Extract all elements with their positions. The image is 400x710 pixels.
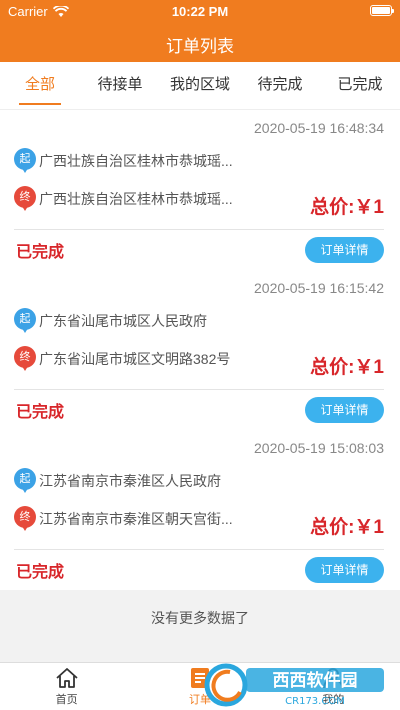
- end-pin-icon: 终: [14, 346, 36, 372]
- start-pin-icon: 起: [14, 468, 36, 494]
- order-card: 2020-05-19 15:08:03 起 江苏省南京市秦淮区人民政府 终 江苏…: [0, 430, 400, 590]
- page-title: 订单列表: [166, 37, 234, 56]
- status-bar: Carrier 10:22 PM: [0, 0, 400, 22]
- start-address-row: 起 广西壮族自治区桂林市恭城瑶...: [14, 148, 264, 174]
- watermark-url: CR173.COM: [285, 696, 345, 707]
- order-card: 2020-05-19 16:48:34 起 广西壮族自治区桂林市恭城瑶... 终…: [0, 110, 400, 270]
- tabbar-item-home[interactable]: 首页: [0, 663, 133, 710]
- start-address: 江苏省南京市秦淮区人民政府: [39, 473, 221, 489]
- order-price: 总价:￥1: [310, 357, 384, 378]
- end-marker: 终: [14, 346, 36, 368]
- no-more-data-text: 没有更多数据了: [0, 590, 400, 662]
- clock: 10:22 PM: [171, 4, 229, 19]
- order-price: 总价:￥1: [310, 197, 384, 218]
- start-marker: 起: [14, 308, 36, 330]
- start-pin-icon: 起: [14, 308, 36, 334]
- order-status: 已完成: [16, 564, 65, 581]
- order-detail-button[interactable]: 订单详情: [305, 237, 384, 263]
- divider: [14, 389, 384, 390]
- end-address-row: 终 广东省汕尾市城区文明路382号: [14, 346, 264, 372]
- end-address-row: 终 广西壮族自治区桂林市恭城瑶...: [14, 186, 264, 212]
- end-address: 广西壮族自治区桂林市恭城瑶...: [39, 191, 233, 207]
- start-address: 广西壮族自治区桂林市恭城瑶...: [39, 153, 233, 169]
- order-status: 已完成: [16, 404, 65, 421]
- end-pin-icon: 终: [14, 506, 36, 532]
- end-pin-icon: 终: [14, 186, 36, 212]
- order-status: 已完成: [16, 244, 65, 261]
- start-address: 广东省汕尾市城区人民政府: [39, 313, 207, 329]
- tab-pending[interactable]: 待接单: [80, 62, 160, 109]
- start-pin-icon: 起: [14, 148, 36, 174]
- start-marker: 起: [14, 148, 36, 170]
- order-detail-button[interactable]: 订单详情: [305, 397, 384, 423]
- watermark-logo: 西西软件园 CR173.COM: [204, 663, 384, 707]
- start-marker: 起: [14, 468, 36, 490]
- order-list: 2020-05-19 16:48:34 起 广西壮族自治区桂林市恭城瑶... 终…: [0, 110, 400, 590]
- order-card: 2020-05-19 16:15:42 起 广东省汕尾市城区人民政府 终 广东省…: [0, 270, 400, 430]
- tab-to-complete[interactable]: 待完成: [240, 62, 320, 109]
- end-address-row: 终 江苏省南京市秦淮区朝天宫街...: [14, 506, 264, 532]
- end-address: 广东省汕尾市城区文明路382号: [39, 351, 231, 367]
- filter-tabs: 全部 待接单 我的区域 待完成 已完成: [0, 62, 400, 110]
- tab-my-area[interactable]: 我的区域: [160, 62, 240, 109]
- tab-all[interactable]: 全部: [0, 62, 80, 109]
- end-address: 江苏省南京市秦淮区朝天宫街...: [39, 511, 233, 527]
- order-price: 总价:￥1: [310, 517, 384, 538]
- tabbar-label-home: 首页: [55, 694, 78, 706]
- order-time: 2020-05-19 15:08:03: [254, 440, 384, 456]
- top-header: Carrier 10:22 PM 订单列表: [0, 0, 400, 62]
- battery-icon: [370, 5, 394, 16]
- end-marker: 终: [14, 186, 36, 208]
- divider: [14, 549, 384, 550]
- end-marker: 终: [14, 506, 36, 528]
- home-icon: [56, 668, 78, 688]
- order-time: 2020-05-19 16:48:34: [254, 120, 384, 136]
- divider: [14, 229, 384, 230]
- start-address-row: 起 江苏省南京市秦淮区人民政府: [14, 468, 264, 494]
- order-time: 2020-05-19 16:15:42: [254, 280, 384, 296]
- order-detail-button[interactable]: 订单详情: [305, 557, 384, 583]
- watermark-brand: 西西软件园: [273, 670, 358, 691]
- start-address-row: 起 广东省汕尾市城区人民政府: [14, 308, 264, 334]
- tab-completed[interactable]: 已完成: [320, 62, 400, 109]
